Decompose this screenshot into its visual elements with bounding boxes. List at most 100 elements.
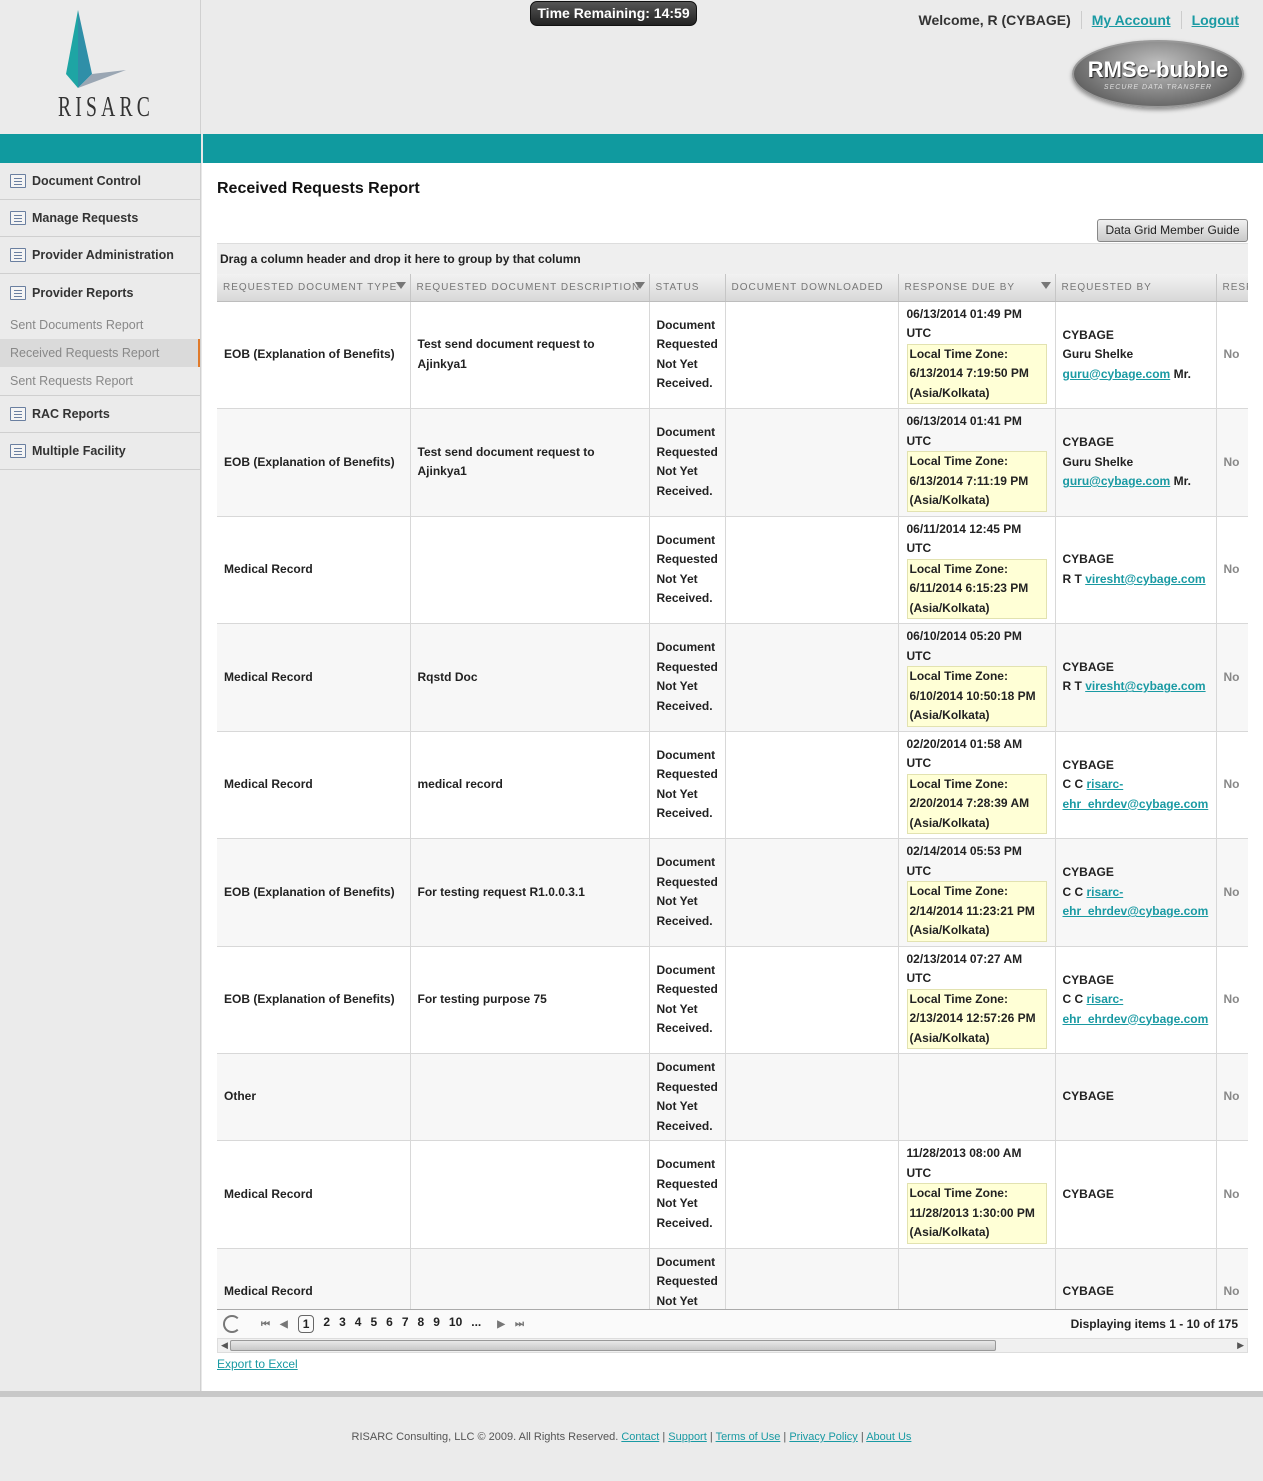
data-grid-member-guide-button[interactable]: Data Grid Member Guide <box>1097 219 1248 242</box>
page-link[interactable]: 8 <box>418 1315 425 1333</box>
page-link[interactable]: 7 <box>402 1315 409 1333</box>
sidebar-subitem-sent-documents-report[interactable]: Sent Documents Report <box>0 311 200 339</box>
sidebar-subitem-received-requests-report[interactable]: Received Requests Report <box>0 339 200 367</box>
cell-document-downloaded <box>725 516 899 624</box>
horizontal-scrollbar[interactable]: ◀ ▶ <box>217 1338 1248 1353</box>
table-row[interactable]: EOB (Explanation of Benefits) For testing… <box>217 946 1248 1054</box>
filter-icon[interactable] <box>1040 282 1051 289</box>
sidebar-item-document-control[interactable]: Document Control <box>0 163 200 200</box>
cell-response-due-by: 06/10/2014 05:20 PM UTC Local Time Zone: 6… <box>898 623 1056 732</box>
cell-document-downloaded <box>725 731 899 839</box>
page-link[interactable]: 5 <box>370 1315 377 1333</box>
cell-requested-by: CYBAGE Guru Shelke guru@cybage.com Mr. <box>1055 408 1217 517</box>
first-page-icon[interactable]: ⏮ <box>261 1319 270 1330</box>
export-to-excel-link[interactable]: Export to Excel <box>217 1357 298 1371</box>
logo[interactable]: RISARC <box>0 0 201 134</box>
cell-requested-by: CYBAGE R T viresht@cybage.com <box>1055 516 1217 624</box>
cell-response-due-by: 02/20/2014 01:58 AM UTC Local Time Zone: 2… <box>898 731 1056 839</box>
table-row[interactable]: EOB (Explanation of Benefits) Test send d… <box>217 301 1248 409</box>
requester-email-link[interactable]: risarc-ehr_ehrdev@cybage.com <box>1063 992 1209 1026</box>
next-page-icon[interactable]: ▶ <box>497 1319 505 1330</box>
page-link[interactable]: 10 <box>449 1315 462 1333</box>
column-header-responded[interactable]: RESPONDED <box>1216 274 1248 302</box>
table-row[interactable]: Medical Record Document Requested Not Yet… <box>217 1140 1248 1249</box>
scrollbar-thumb[interactable] <box>230 1340 996 1351</box>
my-account-link[interactable]: My Account <box>1092 12 1171 28</box>
sidebar-item-provider-reports[interactable]: Provider Reports <box>0 274 200 311</box>
table-row[interactable]: EOB (Explanation of Benefits) Test send d… <box>217 408 1248 517</box>
cell-responded: No <box>1216 946 1248 1054</box>
column-header-status[interactable]: STATUS <box>649 274 726 302</box>
refresh-icon[interactable] <box>223 1315 241 1333</box>
cell-document-type: Medical Record <box>217 516 411 624</box>
table-row[interactable]: Medical Record medical record Document Req… <box>217 731 1248 839</box>
sidebar-item-provider-administration[interactable]: Provider Administration <box>0 237 200 274</box>
table-row[interactable]: Medical Record Document Requested Not Yet… <box>217 516 1248 624</box>
risarc-logo-icon <box>66 10 126 88</box>
filter-icon[interactable] <box>634 282 645 289</box>
rmse-bubble-badge: RMSe-bubble SECURE DATA TRANSFER <box>1072 40 1244 108</box>
column-header-response-due-by[interactable]: RESPONSE DUE BY <box>898 274 1056 302</box>
cell-responded: No <box>1216 1140 1248 1249</box>
cell-requested-by: CYBAGE <box>1055 1140 1217 1249</box>
footer-link-contact[interactable]: Contact <box>621 1431 659 1443</box>
scroll-left-icon[interactable]: ◀ <box>221 1340 228 1351</box>
page-link[interactable]: 1 <box>297 1315 315 1333</box>
requester-email-link[interactable]: risarc-ehr_ehrdev@cybage.com <box>1063 777 1209 811</box>
report-icon <box>10 285 26 300</box>
sidebar-subitem-sent-requests-report[interactable]: Sent Requests Report <box>0 367 200 395</box>
last-page-icon[interactable]: ⏭ <box>515 1319 524 1330</box>
cell-status: Document Requested Not Yet Received. <box>649 731 726 839</box>
cell-response-due-by <box>898 1248 1056 1309</box>
local-time-zone: Local Time Zone: 6/13/2014 7:19:50 PM (Asi… <box>906 343 1047 404</box>
sidebar-item-rac-reports[interactable]: RAC Reports <box>0 396 200 433</box>
footer-link-privacy[interactable]: Privacy Policy <box>789 1431 857 1443</box>
sidebar-item-manage-requests[interactable]: Manage Requests <box>0 200 200 237</box>
column-header-requested-by[interactable]: REQUESTED BY <box>1055 274 1217 302</box>
requester-email-link[interactable]: viresht@cybage.com <box>1085 679 1205 693</box>
page-link[interactable]: 3 <box>339 1315 346 1333</box>
group-by-panel[interactable]: Drag a column header and drop it here to… <box>217 243 1248 274</box>
cell-responded: No <box>1216 623 1248 732</box>
column-header-document-type[interactable]: REQUESTED DOCUMENT TYPE <box>217 274 411 302</box>
sidebar-item-multiple-facility[interactable]: Multiple Facility <box>0 433 200 470</box>
page-link[interactable]: 6 <box>386 1315 393 1333</box>
cell-responded: No <box>1216 408 1248 517</box>
requester-email-link[interactable]: viresht@cybage.com <box>1085 572 1205 586</box>
requester-email-link[interactable]: risarc-ehr_ehrdev@cybage.com <box>1063 885 1209 919</box>
scroll-right-icon[interactable]: ▶ <box>1237 1340 1244 1351</box>
cell-status: Document Requested Not Yet Received. <box>649 838 726 947</box>
due-date-utc: 11/28/2013 08:00 AM UTC <box>906 1146 1022 1180</box>
prev-page-icon[interactable]: ◀ <box>280 1319 288 1330</box>
filter-icon[interactable] <box>395 282 406 289</box>
requester-org: CYBAGE <box>1062 972 1114 987</box>
requester-email-link[interactable]: guru@cybage.com <box>1063 474 1171 488</box>
pager-info: Displaying items 1 - 10 of 175 <box>1070 1317 1238 1331</box>
footer-link-support[interactable]: Support <box>668 1431 707 1443</box>
page-link[interactable]: 2 <box>323 1315 330 1333</box>
cell-responded: No <box>1216 516 1248 624</box>
requester-email-link[interactable]: guru@cybage.com <box>1063 367 1171 381</box>
table-row[interactable]: Medical Record Rqstd Doc Document Requeste… <box>217 623 1248 732</box>
requester-contact: C C risarc-ehr_ehrdev@cybage.com <box>1062 777 1209 811</box>
cell-requested-by: CYBAGE Guru Shelke guru@cybage.com Mr. <box>1055 301 1217 409</box>
facility-icon <box>10 444 26 458</box>
page-link[interactable]: 9 <box>433 1315 440 1333</box>
column-header-document-downloaded[interactable]: DOCUMENT DOWNLOADED <box>725 274 899 302</box>
page-link[interactable]: ... <box>471 1315 481 1333</box>
cell-document-downloaded <box>725 838 899 947</box>
footer-link-terms[interactable]: Terms of Use <box>716 1431 781 1443</box>
cell-response-due-by <box>898 1053 1056 1141</box>
table-row[interactable]: EOB (Explanation of Benefits) For testing… <box>217 838 1248 947</box>
page-link[interactable]: 4 <box>355 1315 362 1333</box>
cell-document-description: Rqstd Doc <box>410 623 650 732</box>
footer-link-about[interactable]: About Us <box>866 1431 911 1443</box>
requester-contact: Guru Shelke guru@cybage.com Mr. <box>1062 454 1191 489</box>
logout-link[interactable]: Logout <box>1192 12 1239 28</box>
header: RISARC Time Remaining: 14:59 Welcome, R … <box>0 0 1263 134</box>
cell-document-downloaded <box>725 408 899 517</box>
column-header-document-description[interactable]: REQUESTED DOCUMENT DESCRIPTION <box>410 274 650 302</box>
cell-status: Document Requested Not Yet Received. <box>649 1053 726 1141</box>
table-row[interactable]: Medical Record Document Requested Not Yet… <box>217 1248 1248 1309</box>
table-row[interactable]: Other Document Requested Not Yet Received… <box>217 1053 1248 1141</box>
